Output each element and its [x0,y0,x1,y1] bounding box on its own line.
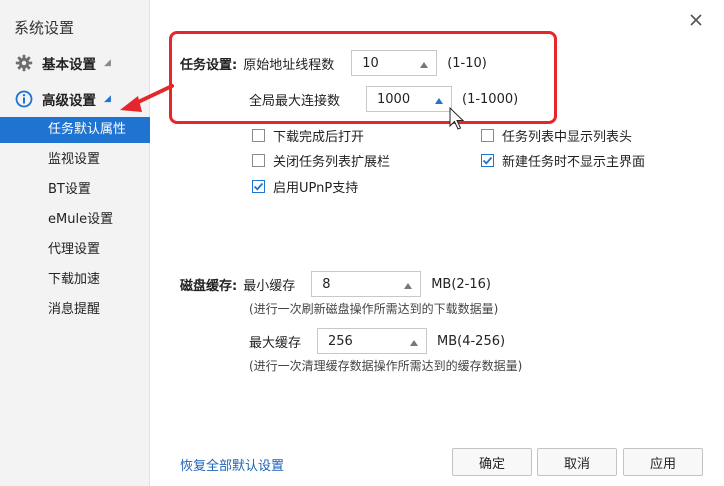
dropdown-arrow-icon [404,283,413,289]
sidebar-item-acceleration[interactable]: 下载加速 [0,267,150,293]
sidebar-section-basic[interactable]: 基本设置 ◢ [14,52,111,74]
checkmark-icon [253,182,264,191]
sidebar-section-label: 基本设置 [42,57,96,73]
checkbox-box [481,129,494,142]
annotation-highlight-box [169,31,557,124]
checkbox-box [252,154,265,167]
disk-cache-row-max: 最大缓存 256 MB(4-256) [249,328,505,354]
min-cache-unit: MB(2-16) [431,276,491,292]
sidebar-item-monitor[interactable]: 监视设置 [0,147,150,173]
info-icon [14,89,34,109]
dropdown-arrow-icon [410,340,418,346]
close-icon[interactable] [688,12,704,28]
sidebar-item-task-defaults[interactable]: 任务默认属性 [0,117,150,143]
checkbox-box [252,129,265,142]
checkbox-label: 关闭任务列表扩展栏 [273,155,391,170]
checkmark-icon [482,156,493,165]
max-cache-value: 256 [328,333,353,349]
disk-cache-label: 磁盘缓存: [180,278,238,294]
checkbox-enable-upnp[interactable]: 启用UPnP支持 [252,177,358,196]
checkbox-label: 新建任务时不显示主界面 [502,155,646,170]
min-cache-value: 8 [322,276,331,292]
cancel-button[interactable]: 取消 [537,448,617,476]
sidebar-section-label: 高级设置 [42,93,96,109]
sidebar-item-emule[interactable]: eMule设置 [0,207,150,233]
disk-cache-row-min: 磁盘缓存: 最小缓存 8 MB(2-16) [180,271,491,297]
checkbox-show-list-header[interactable]: 任务列表中显示列表头 [481,126,632,145]
restore-defaults-link[interactable]: 恢复全部默认设置 [180,455,284,474]
checkbox-close-list-extension[interactable]: 关闭任务列表扩展栏 [252,151,390,170]
checkbox-box-checked [481,154,494,167]
max-cache-note: (进行一次清理缓存数据操作所需达到的缓存数据量) [249,359,523,373]
collapse-triangle-icon: ◢ [104,58,111,68]
checkbox-label: 任务列表中显示列表头 [502,130,633,145]
checkbox-label: 下载完成后打开 [273,130,365,145]
gear-icon [14,53,34,73]
min-cache-note: (进行一次刷新磁盘操作所需达到的下载数据量) [249,302,499,316]
min-cache-label: 最小缓存 [243,278,296,294]
apply-button[interactable]: 应用 [623,448,703,476]
expand-triangle-icon: ◢ [104,94,111,104]
sidebar-section-advanced[interactable]: 高级设置 ◢ [14,88,111,110]
sidebar-item-proxy[interactable]: 代理设置 [0,237,150,263]
checkbox-label: 启用UPnP支持 [273,181,359,196]
sidebar: 系统设置 基本设置 ◢ 高级设置 ◢ 任务默认属性 监视设置 BT设置 eMul… [0,0,150,486]
sidebar-item-notifications[interactable]: 消息提醒 [0,297,150,323]
max-cache-unit: MB(4-256) [437,333,506,349]
sidebar-item-bt[interactable]: BT设置 [0,177,150,203]
max-cache-select[interactable]: 256 [317,328,427,354]
window-title: 系统设置 [14,19,75,37]
checkbox-open-after-download[interactable]: 下载完成后打开 [252,126,364,145]
checkbox-box-checked [252,180,265,193]
max-cache-label: 最大缓存 [249,335,302,351]
min-cache-select[interactable]: 8 [311,271,422,297]
checkbox-hide-main-on-new-task[interactable]: 新建任务时不显示主界面 [481,151,645,170]
ok-button[interactable]: 确定 [452,448,532,476]
